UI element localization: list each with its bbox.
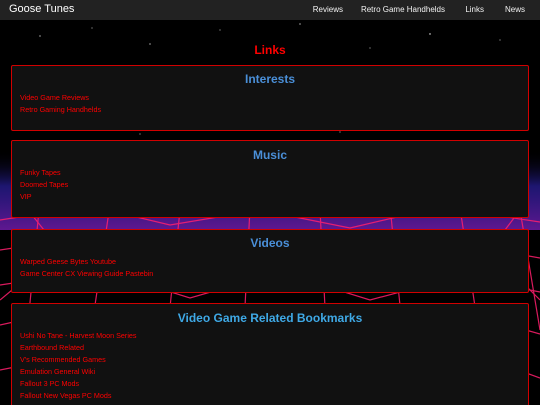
page-title: Links (254, 43, 286, 57)
card-title: Interests (244, 72, 296, 86)
link-game-center-cx-guide[interactable]: Game Center CX Viewing Guide Pastebin (20, 269, 153, 278)
nav-link-reviews[interactable]: Reviews (313, 5, 343, 14)
link-emulation-general-wiki[interactable]: Emulation General Wiki (20, 367, 95, 376)
link-doomed-tapes[interactable]: Doomed Tapes (20, 180, 68, 189)
link-ushi-no-tane[interactable]: Ushi No Tane - Harvest Moon Series (20, 331, 137, 340)
top-navbar: Goose Tunes Reviews Retro Game Handhelds… (0, 0, 540, 20)
page-content: Links Interests Video Game Reviews Retro… (0, 20, 540, 405)
link-vs-recommended-games[interactable]: V's Recommended Games (20, 355, 106, 364)
link-video-game-reviews[interactable]: Video Game Reviews (20, 93, 89, 102)
link-retro-gaming-handhelds[interactable]: Retro Gaming Handhelds (20, 105, 101, 114)
link-vip[interactable]: VIP (20, 192, 32, 201)
link-fallout-3-pc-mods[interactable]: Fallout 3 PC Mods (20, 379, 79, 388)
link-funky-tapes[interactable]: Funky Tapes (20, 168, 61, 177)
link-fallout-new-vegas-pc-mods[interactable]: Fallout New Vegas PC Mods (20, 391, 111, 400)
card-title: Videos (250, 236, 290, 250)
link-earthbound-related[interactable]: Earthbound Related (20, 343, 84, 352)
nav-link-links[interactable]: Links (465, 5, 484, 14)
card-interests: Interests Video Game Reviews Retro Gamin… (11, 65, 529, 131)
card-videos: Videos Warped Geese Bytes Youtube Game C… (11, 229, 529, 293)
card-video-game-bookmarks: Video Game Related Bookmarks Ushi No Tan… (11, 303, 529, 405)
card-title: Music (252, 148, 287, 162)
card-title: Video Game Related Bookmarks (177, 311, 363, 325)
link-warped-geese-bytes-youtube[interactable]: Warped Geese Bytes Youtube (20, 257, 116, 266)
site-brand[interactable]: Goose Tunes (9, 3, 74, 15)
card-music: Music Funky Tapes Doomed Tapes VIP (11, 140, 529, 218)
nav-link-retro-game-handhelds[interactable]: Retro Game Handhelds (361, 5, 445, 14)
nav-link-news[interactable]: News (505, 5, 525, 14)
